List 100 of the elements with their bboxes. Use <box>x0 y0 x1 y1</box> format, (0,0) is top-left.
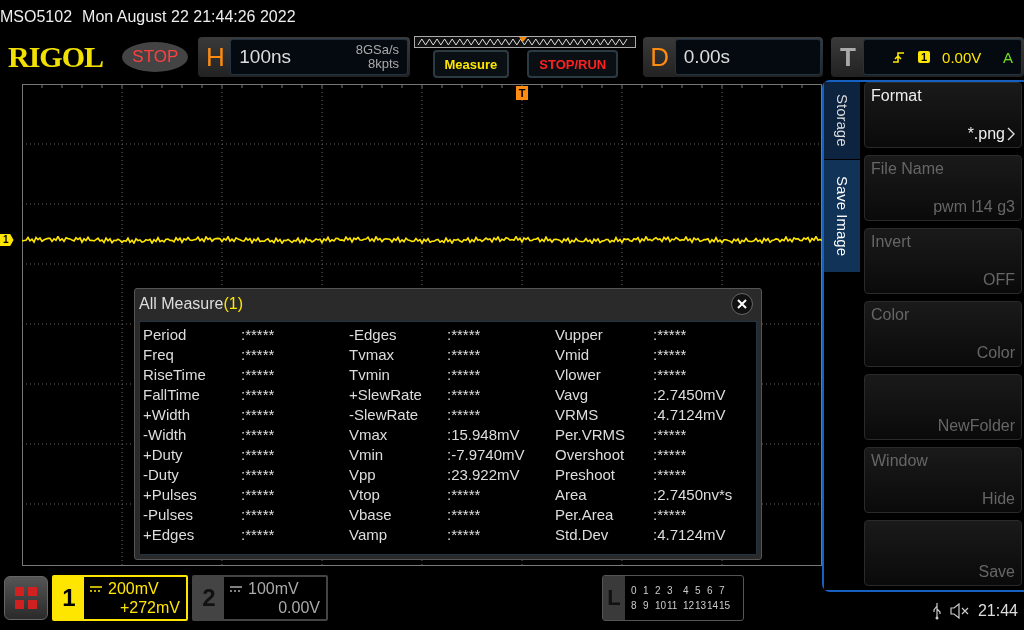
menu-item[interactable]: Format *.png <box>864 82 1022 148</box>
logic-channel-number: 12 <box>683 600 695 611</box>
channel-marker[interactable]: 1 <box>0 234 14 246</box>
measure-name: VRMS <box>555 405 600 423</box>
measure-value: :***** <box>241 405 276 423</box>
horizontal-panel[interactable]: H 100ns 8GSa/s 8kpts <box>198 37 411 77</box>
menu-item-value: Color <box>976 344 1015 362</box>
measure-value: :23.922mV <box>447 465 521 483</box>
measure-name: Vbase <box>349 505 393 523</box>
apps-button[interactable] <box>4 576 48 620</box>
measure-value: :***** <box>241 465 276 483</box>
measure-value: :15.948mV <box>447 425 521 443</box>
trigger-position-marker[interactable]: T <box>516 86 528 100</box>
measure-value: :***** <box>653 505 688 523</box>
usb-icon <box>931 602 942 620</box>
measure-value: :***** <box>241 505 276 523</box>
stop-run-button[interactable]: STOP/RUN <box>527 50 619 78</box>
channel-scale: 200mV <box>108 579 159 598</box>
measure-name: Area <box>555 485 588 503</box>
measure-name: Vtop <box>349 485 381 503</box>
channel-offset: +272mV <box>119 598 180 617</box>
logic-channel-number: 6 <box>707 585 714 596</box>
menu-item-label: Invert <box>871 233 912 251</box>
menu-tab[interactable]: Save Image <box>824 159 860 273</box>
measure-value: :***** <box>447 485 482 503</box>
logic-channel-number: 5 <box>695 585 702 596</box>
measure-value: :***** <box>653 365 688 383</box>
measure-value: :***** <box>653 345 688 363</box>
logic-channel-number: 13 <box>695 600 707 611</box>
measure-value: :***** <box>241 345 276 363</box>
measure-name: Period <box>143 325 188 343</box>
measure-name: Vmax <box>349 425 389 443</box>
menu-item-value: NewFolder <box>937 417 1015 435</box>
measure-name: Vupper <box>555 325 604 343</box>
measure-value: :-7.9740mV <box>447 445 526 463</box>
menu-item-value: Save <box>978 563 1015 581</box>
trigger-level: 0.00V <box>942 48 982 66</box>
close-icon <box>737 299 747 309</box>
measure-name: Vpp <box>349 465 377 483</box>
measure-name: Per.VRMS <box>555 425 627 443</box>
channel-offset: 0.00V <box>278 598 320 617</box>
measure-name: -Pulses <box>143 505 195 523</box>
measure-name: +Duty <box>143 445 184 463</box>
measure-name: Vavg <box>555 385 590 403</box>
menu-item-value: Hide <box>982 490 1015 508</box>
measure-name: Vmid <box>555 345 591 363</box>
dc-coupling-icon <box>90 585 102 592</box>
logic-channel-number: 1 <box>643 585 650 596</box>
measure-value: :***** <box>241 425 276 443</box>
measure-name: FallTime <box>143 385 201 403</box>
measure-name: Preshoot <box>555 465 617 483</box>
measure-name: +Width <box>143 405 192 423</box>
logic-channel-number: 7 <box>719 585 726 596</box>
trigger-panel[interactable]: T 1 0.00V A <box>830 37 1024 77</box>
measure-name: RiseTime <box>143 365 207 383</box>
dc-coupling-icon <box>230 585 242 592</box>
measure-name: Tvmax <box>349 345 395 363</box>
delay-label: D <box>649 40 671 74</box>
menu-item-value: pwm l14 g3 <box>933 198 1015 216</box>
measure-value: :4.7124mV <box>653 405 727 423</box>
speaker-muted-icon <box>949 603 970 619</box>
measure-name: Std.Dev <box>555 525 610 543</box>
measure-name: Tvmin <box>349 365 391 383</box>
trigger-label: T <box>838 40 857 74</box>
measure-value: :***** <box>447 345 482 363</box>
logic-channel-number: 10 <box>655 600 667 611</box>
menu-tab[interactable]: Storage <box>824 82 860 160</box>
memory-depth: 8kpts <box>368 57 400 71</box>
measure-button[interactable]: Measure <box>432 50 510 78</box>
measure-value: :***** <box>653 425 688 443</box>
measure-value: :***** <box>241 325 276 343</box>
measure-name: +Edges <box>143 525 196 543</box>
measure-value: :***** <box>447 505 482 523</box>
measure-name: Freq <box>143 345 175 363</box>
grid-icon <box>15 587 37 609</box>
logic-channel-number: 11 <box>667 600 679 611</box>
menu-item-label: Format <box>871 87 923 105</box>
close-button[interactable] <box>731 293 753 315</box>
delay-panel[interactable]: D 0.00s <box>642 37 823 77</box>
measure-value: :2.7450mV <box>653 385 727 403</box>
rising-edge-icon <box>891 50 906 64</box>
logic-channel-number: 4 <box>683 585 690 596</box>
measure-value: :***** <box>653 325 688 343</box>
measure-name: -Edges <box>349 325 398 343</box>
measure-name: Vmin <box>349 445 385 463</box>
measure-value: :***** <box>241 485 276 503</box>
channel-panel[interactable]: 1 200mV +272mV <box>52 575 188 621</box>
channel-scale: 100mV <box>248 579 299 598</box>
menu-item-label: Color <box>871 306 911 324</box>
measure-value: :2.7450nv*s <box>653 485 734 503</box>
measure-value: :***** <box>241 445 276 463</box>
measure-value: :***** <box>447 385 482 403</box>
measure-name: Vlower <box>555 365 602 383</box>
menu-item-value: *.png <box>967 125 1005 143</box>
measure-value: :***** <box>447 325 482 343</box>
logic-channel-number: 8 <box>631 600 638 611</box>
menu-item-label: Window <box>871 452 929 470</box>
clock-time: 21:44 <box>977 602 1018 620</box>
measure-value: :***** <box>653 465 688 483</box>
trigger-source-badge: 1 <box>917 51 931 63</box>
